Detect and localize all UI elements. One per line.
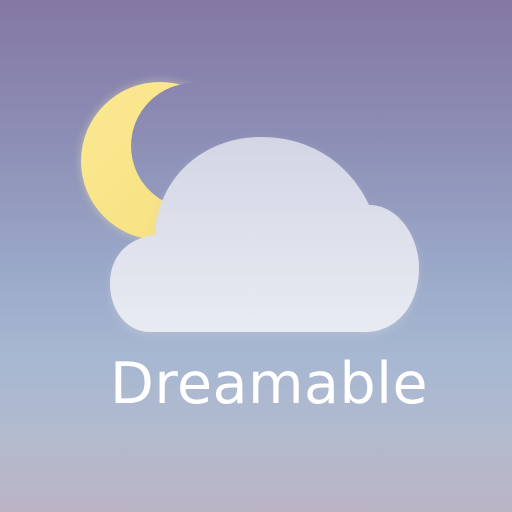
app-icon[interactable]: Dreamable	[0, 0, 512, 512]
app-name-label: Dreamable	[109, 351, 429, 417]
weather-illustration	[80, 81, 419, 336]
